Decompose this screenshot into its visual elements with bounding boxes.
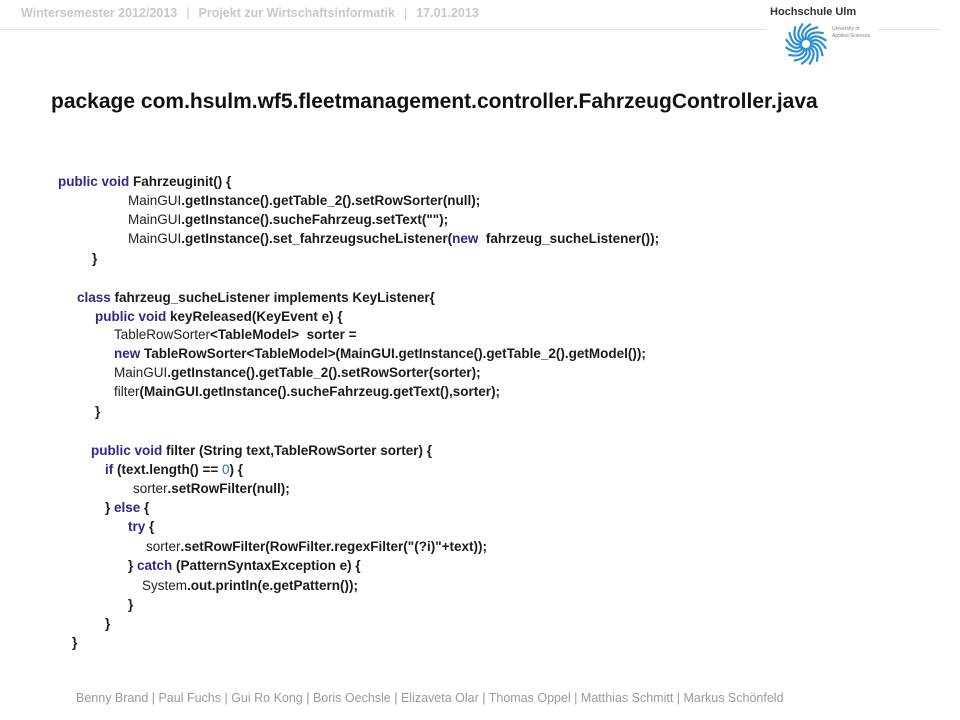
code-text: fahrzeug_sucheListener()); [478,231,660,246]
code-text: .setRowFilter(null); [167,481,290,496]
spiral-logo-icon [785,23,827,65]
code-line: } [95,403,100,420]
code-keyword: if [105,462,114,477]
code-text: filter (String text,TableRowSorter sorte… [162,443,433,458]
code-text: } [92,251,98,266]
logo-subtitle: University of Applied Sciences [832,26,871,39]
code-text: (text.length() == [113,462,223,477]
code-text: (MainGUI.getInstance().sucheFahrzeug.get… [139,384,501,399]
code-keyword: new [452,231,479,246]
code-line: } [72,634,77,651]
code-keyword: try [128,519,146,534]
code-keyword: else [114,500,141,515]
header-date: 17.01.2013 [416,6,479,20]
code-text: } [95,404,101,419]
code-identifier: MainGUI [128,193,182,208]
code-line: public void Fahrzeuginit() { [58,173,231,190]
code-line: class fahrzeug_sucheListener implements … [77,289,435,306]
code-line: new TableRowSorter<TableModel>(MainGUI.g… [114,345,646,362]
header-semester: Wintersemester 2012/2013 [21,6,178,20]
code-text: } [128,597,134,612]
code-text: } [72,635,78,650]
code-text: } [105,616,111,631]
code-keyword: public void [95,309,167,324]
code-line: MainGUI.getInstance().getTable_2().setRo… [128,192,480,209]
code-identifier: MainGUI [128,231,182,246]
code-keyword: public void [91,443,163,458]
code-keyword: new [114,346,141,361]
header-separator: | [403,6,408,20]
header-project: Projekt zur Wirtschaftsinformatik [198,6,395,20]
code-keyword: public void [58,174,130,189]
code-line: } catch (PatternSyntaxException e) { [128,557,361,574]
code-text: TableRowSorter<TableModel>(MainGUI.getIn… [140,346,646,361]
code-literal: 0 [222,462,230,477]
code-text: .setRowFilter(RowFilter.regexFilter("(?i… [180,539,487,554]
code-text: } [128,558,138,573]
logo-name: Hochschule Ulm [770,6,857,18]
header-separator: | [186,6,190,20]
code-text: { [140,500,150,515]
footer-authors: Benny Brand | Paul Fuchs | Gui Ro Kong |… [76,691,784,705]
code-identifier: sorter [146,539,181,554]
code-keyword: catch [137,558,173,573]
code-line: if (text.length() == 0) { [105,461,243,478]
code-line: filter(MainGUI.getInstance().sucheFahrze… [114,383,500,400]
code-text: Fahrzeuginit() { [129,174,232,189]
code-line: } else { [105,499,149,516]
code-line: TableRowSorter<TableModel> sorter = [114,326,356,343]
code-identifier: MainGUI [128,212,182,227]
code-line: public void keyReleased(KeyEvent e) { [95,308,343,325]
code-identifier: MainGUI [114,365,168,380]
code-line: } [105,615,110,632]
code-text: keyReleased(KeyEvent e) { [166,309,343,324]
code-identifier: filter [114,384,140,399]
code-line: System.out.println(e.getPattern()); [142,577,358,594]
code-text: fahrzeug_sucheListener implements KeyLis… [110,290,435,305]
code-text: } [105,500,115,515]
slide-title: package com.hsulm.wf5.fleetmanagement.co… [51,90,818,113]
code-keyword: class [77,290,111,305]
code-text: .getInstance().set_fahrzeugsucheListener… [181,231,453,246]
code-text: .getInstance().sucheFahrzeug.setText("")… [181,212,449,227]
code-line: sorter.setRowFilter(RowFilter.regexFilte… [146,538,487,555]
code-text: { [145,519,155,534]
code-text: .getInstance().getTable_2().setRowSorter… [167,365,481,380]
code-line: MainGUI.getInstance().getTable_2().setRo… [114,364,481,381]
code-identifier: System [142,578,188,593]
code-line: public void filter (String text,TableRow… [91,442,432,459]
code-line: MainGUI.getInstance().sucheFahrzeug.setT… [128,211,448,228]
code-text: (PatternSyntaxException e) { [172,558,361,573]
code-text: .out.println(e.getPattern()); [187,578,358,593]
code-line: } [92,250,97,267]
code-line: } [128,596,133,613]
university-logo: Hochschule Ulm University of Applied Sci… [766,2,878,68]
code-line: try { [128,518,154,535]
code-identifier: TableRowSorter [114,327,211,342]
code-line: sorter.setRowFilter(null); [133,480,290,497]
code-text: .getInstance().getTable_2().setRowSorter… [181,193,481,208]
code-identifier: sorter [133,481,168,496]
header-text: Wintersemester 2012/2013 | Projekt zur Wir… [21,6,479,20]
code-text: ) { [229,462,244,477]
code-text: <TableModel> sorter = [210,327,357,342]
code-line: MainGUI.getInstance().set_fahrzeugsucheL… [128,230,659,247]
